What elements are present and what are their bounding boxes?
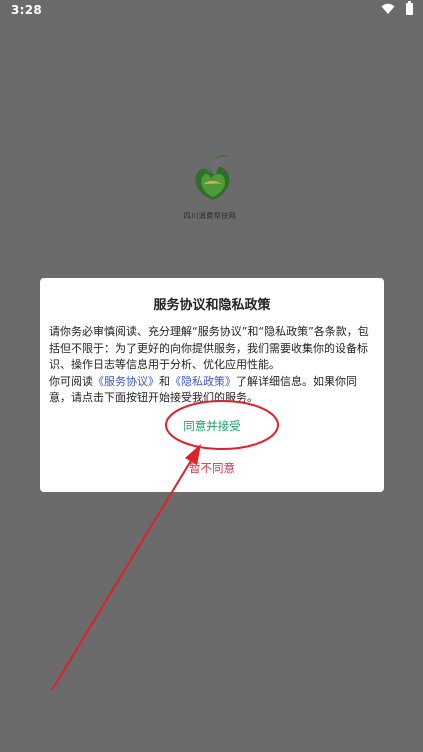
leaf-logo-icon [195,154,230,200]
dialog-body: 请你务必审慎阅读、充分理解“服务协议”和“隐私政策”各条款，包括但不限于：为了更… [49,324,377,407]
privacy-policy-link[interactable]: 《隐私政策》 [170,375,236,388]
consent-paragraph: 请你务必审慎阅读、充分理解“服务协议”和“隐私政策”各条款，包括但不限于：为了更… [49,325,369,371]
and-text: 和 [159,374,170,388]
service-agreement-link[interactable]: 《服务协议》 [93,375,159,388]
disagree-button[interactable]: 暂不同意 [40,460,384,476]
app-name-caption: 四川消费帮扶网 [183,212,237,220]
agree-button[interactable]: 同意并接受 [40,418,384,434]
privacy-dialog: 服务协议和隐私政策 请你务必审慎阅读、充分理解“服务协议”和“隐私政策”各条款，… [40,278,384,492]
wifi-icon [381,3,395,14]
dialog-title: 服务协议和隐私政策 [153,298,271,313]
read-prefix: 你可阅读 [49,374,93,388]
battery-icon [406,1,413,15]
app-logo [186,150,240,206]
status-time: 3:28 [11,3,43,17]
status-bar: 3:28 [0,0,423,20]
